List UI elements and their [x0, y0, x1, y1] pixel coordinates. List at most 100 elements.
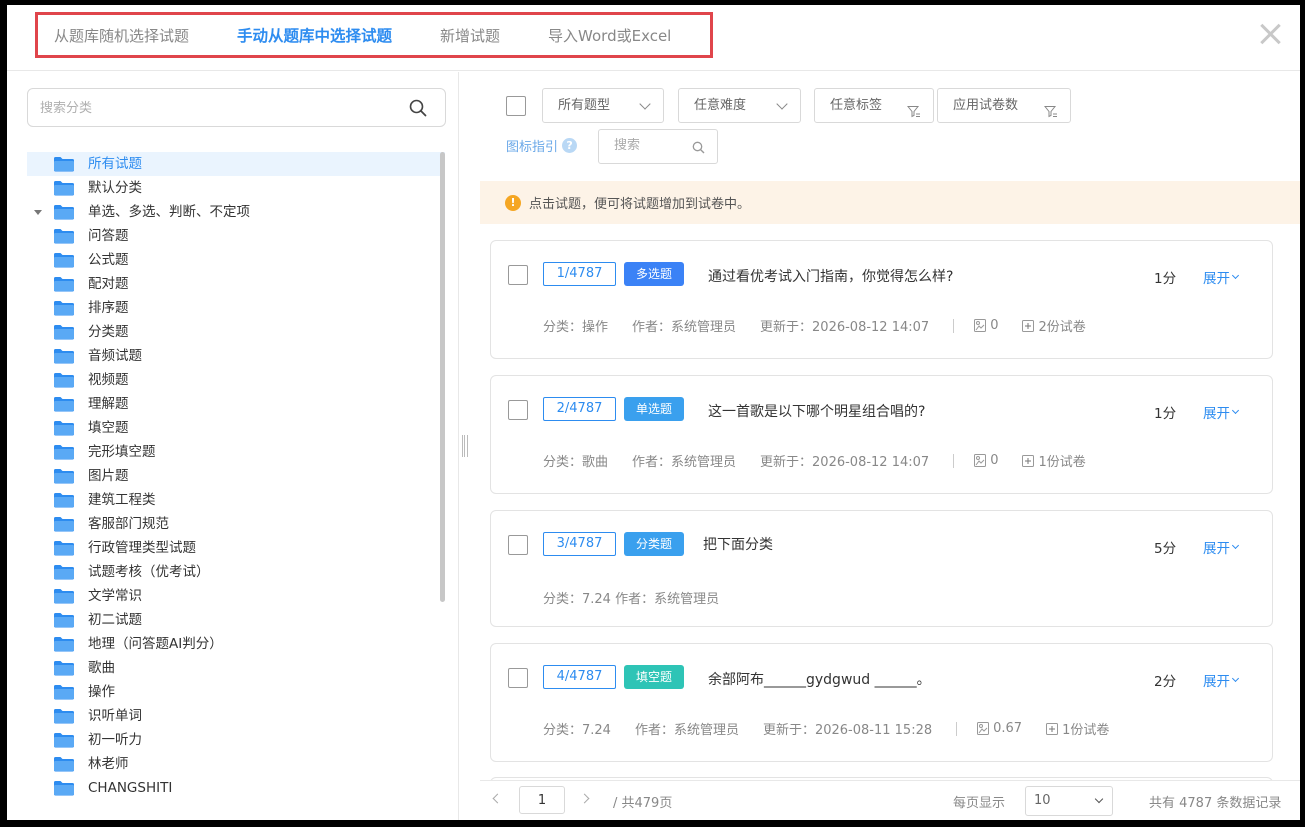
question-checkbox[interactable]: [508, 400, 528, 420]
plus-square-icon: [1022, 319, 1035, 332]
category-item[interactable]: 完形填空题: [27, 440, 445, 464]
correct-rate: 0.67: [977, 721, 1022, 736]
per-page-label: 每页显示: [953, 796, 1006, 811]
category-item[interactable]: 单选、多选、判断、不定项: [27, 200, 445, 224]
question-checkbox[interactable]: [508, 265, 528, 285]
category-item[interactable]: 初二试题: [27, 608, 445, 632]
question-type-badge: 分类题: [624, 532, 685, 556]
paper-usage: 2份试卷: [1022, 316, 1086, 335]
panel-splitter-handle[interactable]: [462, 435, 468, 457]
tag-filter[interactable]: 任意标签: [814, 88, 934, 123]
per-page-select[interactable]: 10: [1025, 786, 1113, 816]
question-title: 把下面分类: [703, 537, 773, 553]
question-category: 分类：歌曲: [543, 455, 609, 470]
category-item[interactable]: 理解题: [27, 392, 445, 416]
next-page-icon[interactable]: [579, 793, 590, 804]
per-page-value: 10: [1034, 793, 1051, 808]
category-panel: 所有试题默认分类单选、多选、判断、不定项问答题公式题配对题排序题分类题音频试题视…: [7, 72, 459, 820]
category-item[interactable]: 操作: [27, 680, 445, 704]
folder-icon: [54, 613, 74, 628]
expand-button[interactable]: 展开: [1203, 267, 1240, 287]
category-item[interactable]: 建筑工程类: [27, 488, 445, 512]
category-item[interactable]: 初一听力: [27, 728, 445, 752]
tab-random-select[interactable]: 从题库随机选择试题: [40, 25, 203, 46]
folder-icon: [54, 229, 74, 244]
category-item[interactable]: 地理（问答题AI判分）: [27, 632, 445, 656]
folder-icon: [54, 589, 74, 604]
question-checkbox[interactable]: [508, 535, 528, 555]
chevron-down-icon: [1231, 541, 1240, 550]
category-item[interactable]: 分类题: [27, 320, 445, 344]
category-item[interactable]: 视频题: [27, 368, 445, 392]
help-icon: ?: [562, 138, 578, 153]
difficulty-select[interactable]: 任意难度: [678, 88, 801, 123]
category-item[interactable]: 默认分类: [27, 176, 445, 200]
folder-icon: [54, 565, 74, 580]
question-card[interactable]: 3/4787 分类题 把下面分类 5分 展开 分类：7.24 作者：系统管理员: [490, 510, 1273, 627]
question-category-author: 分类：7.24 作者：系统管理员: [543, 592, 720, 607]
folder-icon: [54, 277, 74, 292]
category-item[interactable]: 问答题: [27, 224, 445, 248]
category-scrollbar[interactable]: [440, 152, 445, 602]
expand-button[interactable]: 展开: [1203, 670, 1240, 690]
category-item[interactable]: 音频试题: [27, 344, 445, 368]
question-type-badge: 多选题: [624, 262, 685, 286]
category-label: 初一听力: [88, 732, 142, 748]
question-type-select[interactable]: 所有题型: [542, 88, 664, 123]
question-index: 4/4787: [543, 665, 616, 689]
category-item[interactable]: 歌曲: [27, 656, 445, 680]
expand-button[interactable]: 展开: [1203, 537, 1240, 557]
question-search-input[interactable]: [614, 138, 684, 153]
paper-count-filter[interactable]: 应用试卷数: [937, 88, 1071, 123]
tab-manual-select[interactable]: 手动从题库中选择试题: [223, 24, 406, 46]
question-card[interactable]: 1/4787 多选题 通过看优考试入门指南，你觉得怎么样? 1分 展开 分类：操…: [490, 240, 1273, 359]
question-title: 余部阿布______gydgwud ______。: [708, 672, 931, 688]
question-type-select-value: 所有题型: [558, 98, 611, 113]
category-item[interactable]: 试题考核（优考试）: [27, 560, 445, 584]
category-item[interactable]: 公式题: [27, 248, 445, 272]
correct-rate-value: 0: [990, 453, 999, 468]
category-item[interactable]: CHANGSHITI: [27, 776, 445, 800]
search-icon[interactable]: [692, 141, 705, 154]
question-card[interactable]: 2/4787 单选题 这一首歌是以下哪个明星组合唱的? 1分 展开 分类：歌曲 …: [490, 375, 1273, 494]
category-item[interactable]: 文学常识: [27, 584, 445, 608]
question-card[interactable]: 4/4787 填空题 余部阿布______gydgwud ______。 2分 …: [490, 643, 1273, 762]
icon-guide-link[interactable]: 图标指引 ?: [506, 136, 578, 155]
category-item[interactable]: 客服部门规范: [27, 512, 445, 536]
caret-down-icon[interactable]: [34, 210, 42, 215]
category-search-input[interactable]: [40, 98, 380, 118]
category-item[interactable]: 配对题: [27, 272, 445, 296]
category-label: 视频题: [88, 372, 129, 388]
category-label: 地理（问答题AI判分）: [88, 636, 223, 652]
question-checkbox[interactable]: [508, 668, 528, 688]
search-icon[interactable]: [409, 99, 427, 117]
category-item[interactable]: 图片题: [27, 464, 445, 488]
folder-icon: [54, 445, 74, 460]
tab-import-word-excel[interactable]: 导入Word或Excel: [534, 25, 685, 46]
expand-button[interactable]: 展开: [1203, 402, 1240, 422]
folder-icon: [54, 661, 74, 676]
category-item[interactable]: 填空题: [27, 416, 445, 440]
select-all-checkbox[interactable]: [506, 96, 526, 116]
category-tree: 所有试题 默认分类 单选、多选、判断、不定项 问答题 公式题 配对题 排序题 分类题 音频试题视…: [27, 152, 445, 800]
folder-icon: [54, 781, 74, 796]
page-number-input[interactable]: [519, 786, 565, 814]
question-author: 作者：系统管理员: [632, 455, 737, 470]
tab-add-question[interactable]: 新增试题: [426, 25, 514, 46]
close-icon[interactable]: [1258, 23, 1282, 47]
chevron-down-icon: [1231, 406, 1240, 415]
category-item[interactable]: 所有试题: [27, 152, 445, 176]
prev-page-icon[interactable]: [492, 793, 503, 804]
category-item[interactable]: 行政管理类型试题: [27, 536, 445, 560]
category-label: 试题考核（优考试）: [88, 564, 210, 580]
correct-rate: 0: [974, 453, 998, 468]
category-item[interactable]: 识听单词: [27, 704, 445, 728]
chevron-down-icon: [776, 98, 788, 110]
tab-bar: 从题库随机选择试题 手动从题库中选择试题 新增试题 导入Word或Excel: [35, 12, 713, 58]
question-index: 3/4787: [543, 532, 616, 556]
category-item[interactable]: 排序题: [27, 296, 445, 320]
question-updated: 更新于：2026-08-11 15:28: [762, 723, 933, 738]
chevron-down-icon: [1231, 271, 1240, 280]
category-item[interactable]: 林老师: [27, 752, 445, 776]
category-label: 操作: [88, 684, 115, 700]
